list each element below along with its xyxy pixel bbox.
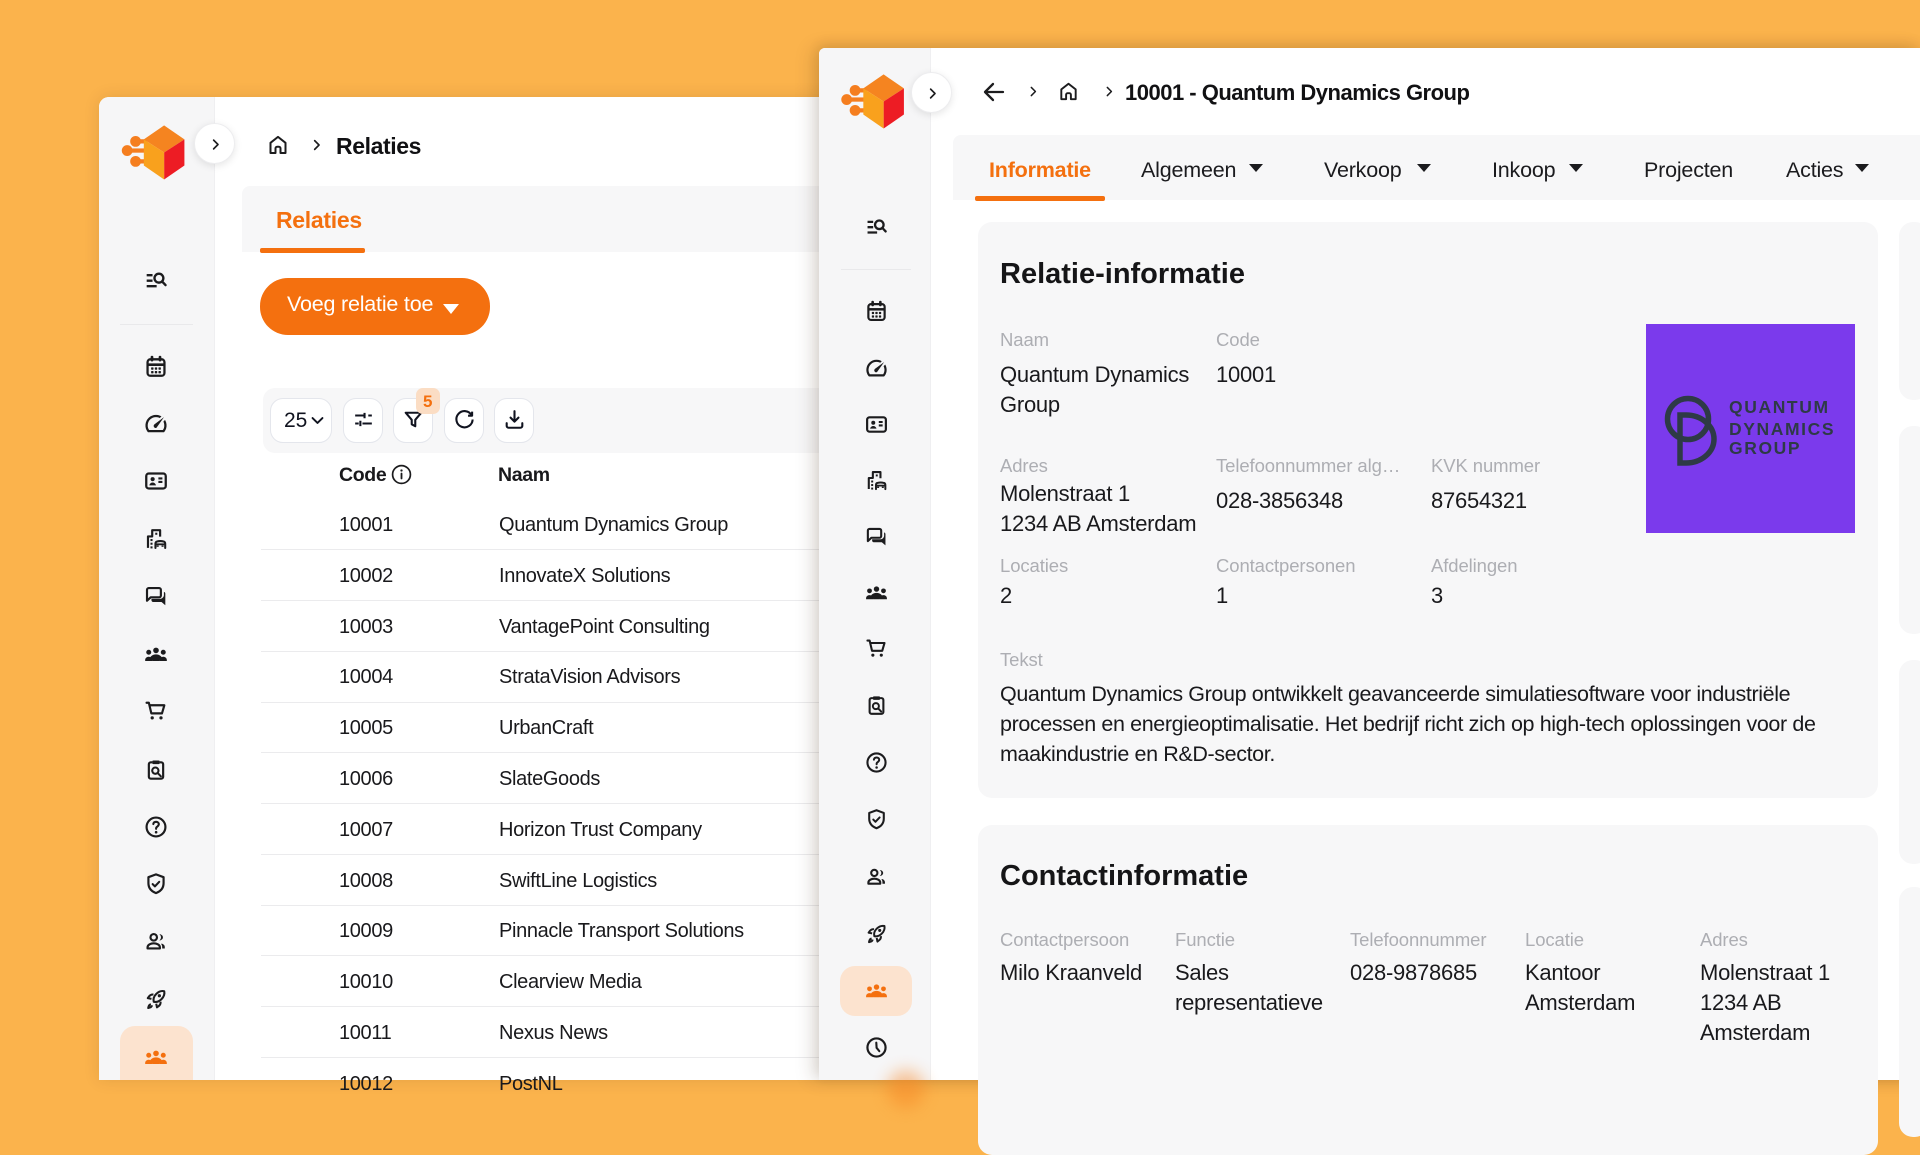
svg-text:DYNAMICS: DYNAMICS — [1729, 419, 1835, 439]
svg-text:QUANTUM: QUANTUM — [1729, 397, 1830, 417]
svg-text:GROUP: GROUP — [1729, 438, 1801, 458]
